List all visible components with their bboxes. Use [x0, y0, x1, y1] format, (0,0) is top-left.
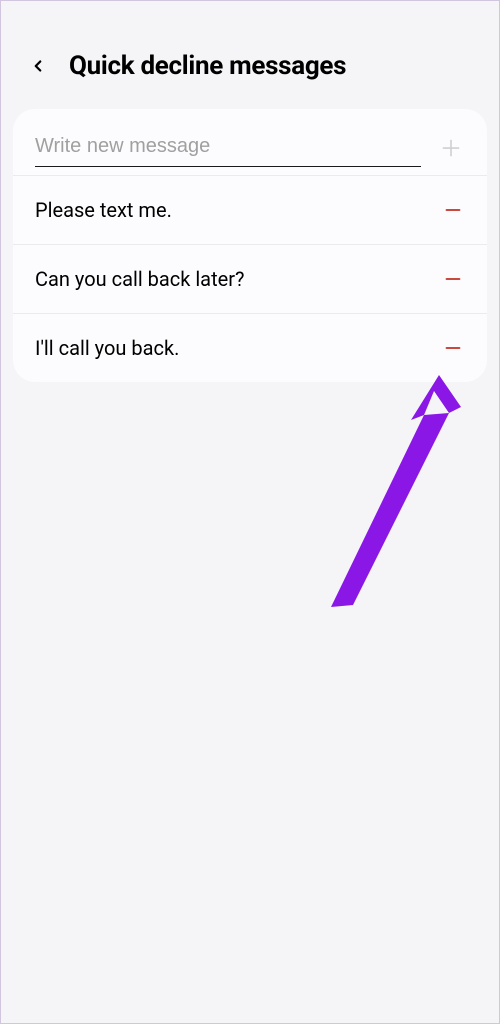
add-icon[interactable] [437, 134, 465, 162]
messages-card: Please text me. Can you call back later?… [13, 109, 487, 382]
message-text: Please text me. [35, 198, 172, 222]
new-message-input[interactable] [35, 129, 421, 167]
message-text: Can you call back later? [35, 267, 244, 291]
input-wrapper [35, 129, 421, 167]
new-message-row [13, 109, 487, 175]
remove-icon[interactable] [441, 336, 465, 360]
header: Quick decline messages [1, 1, 499, 109]
message-row: Can you call back later? [13, 244, 487, 313]
back-icon[interactable] [27, 55, 49, 77]
annotation-arrow [321, 375, 471, 619]
message-row: Please text me. [13, 175, 487, 244]
message-text: I'll call you back. [35, 336, 179, 360]
message-row: I'll call you back. [13, 313, 487, 382]
page-title: Quick decline messages [69, 51, 346, 81]
remove-icon[interactable] [441, 267, 465, 291]
remove-icon[interactable] [441, 198, 465, 222]
